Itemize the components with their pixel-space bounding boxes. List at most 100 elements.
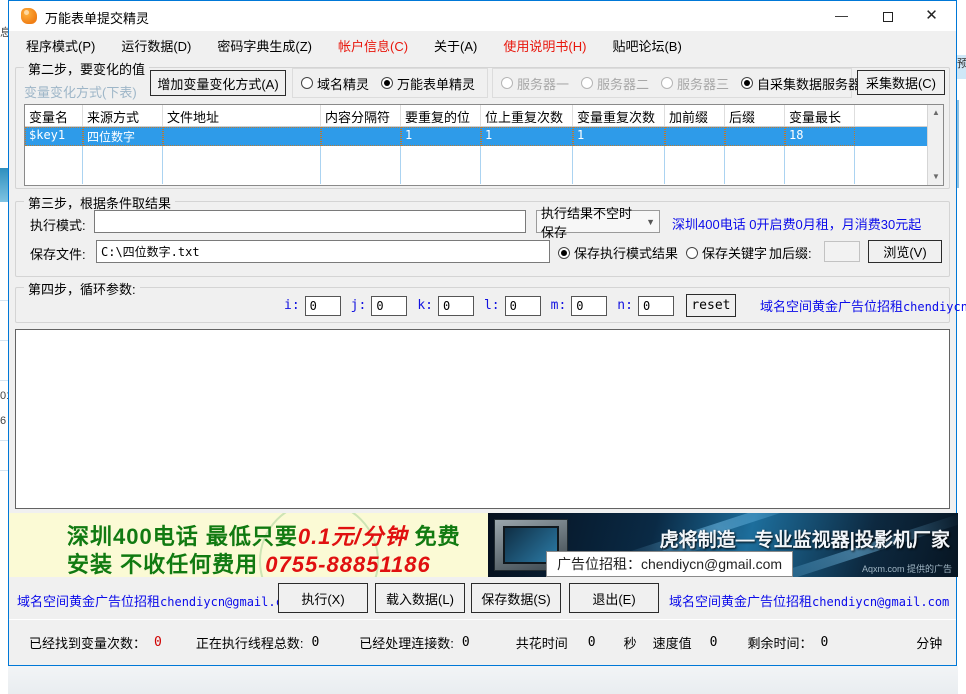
add-variable-button[interactable]: 增加变量变化方式(A) (150, 70, 286, 96)
radio-form-wizard[interactable] (381, 77, 393, 89)
param-k-input[interactable]: 0 (438, 296, 474, 316)
param-l-input[interactable]: 0 (505, 296, 541, 316)
col-header-variable-name[interactable]: 变量名 (25, 105, 83, 126)
col-header-source-type[interactable]: 来源方式 (83, 105, 163, 126)
close-button[interactable]: ✕ (909, 1, 954, 31)
variable-table-header: 变量名 来源方式 文件地址 内容分隔符 要重复的位 位上重复次数 变量重复次数 … (25, 105, 943, 127)
background-bottom-strip (8, 666, 958, 694)
suffix-input[interactable] (824, 241, 860, 262)
execute-button[interactable]: 执行(X) (278, 583, 368, 613)
radio-save-keyword[interactable] (686, 247, 698, 259)
col-header-digit-repeat-count[interactable]: 位上重复次数 (481, 105, 573, 126)
table-row-empty[interactable] (25, 165, 943, 184)
menu-item-run-data[interactable]: 运行数据(D) (108, 31, 204, 60)
bottom-right-ad-link-email: chendiycn@gmail.com (812, 595, 949, 609)
col-header-separator[interactable]: 内容分隔符 (321, 105, 401, 126)
cell-repeat-digit: 1 (401, 127, 481, 146)
cell-prefix (665, 127, 725, 146)
exit-button[interactable]: 退出(E) (569, 583, 659, 613)
background-left-sliver: 息 01 6 (0, 0, 8, 694)
loop-params-row: i: 0 j: 0 k: 0 l: 0 m: 0 n: 0 reset 域名空间… (274, 294, 966, 317)
param-m-input[interactable]: 0 (571, 296, 607, 316)
title-bar: 万能表单提交精灵 — ✕ (9, 1, 956, 31)
menu-item-account-info[interactable]: 帐户信息(C) (325, 31, 421, 60)
radio-server-2[interactable] (581, 77, 593, 89)
step4-group-title: 第四步，循环参数: (24, 279, 140, 298)
load-data-button[interactable]: 载入数据(L) (375, 583, 465, 613)
left-ad-banner[interactable]: 深圳400电话 最低只要0.1元/分钟 免费 安装 不收任何费用 0755-88… (9, 513, 488, 577)
left-ad-seg1-green: 深圳400电话 最低只要 (67, 524, 298, 549)
col-header-repeat-digit[interactable]: 要重复的位 (401, 105, 481, 126)
param-n-label: n: (617, 298, 633, 313)
status-remain-value: 0 (820, 635, 828, 650)
maximize-button[interactable] (865, 1, 910, 31)
radio-server-2-label: 服务器二 (597, 74, 649, 93)
variable-table[interactable]: 变量名 来源方式 文件地址 内容分隔符 要重复的位 位上重复次数 变量重复次数 … (24, 104, 944, 186)
right-ad-title: 虎将制造—专业监视器|投影机厂家 (660, 525, 950, 552)
step4-ad-link-email: chendiycn@gmail.com (903, 300, 966, 314)
radio-self-collect-server[interactable] (741, 77, 753, 89)
output-textarea[interactable] (15, 329, 950, 509)
status-remain-unit: 分钟 (916, 633, 942, 652)
menu-item-manual[interactable]: 使用说明书(H) (490, 31, 599, 60)
step4-ad-link[interactable]: 域名空间黄金广告位招租chendiycn@gmail.com (760, 296, 966, 315)
step3-ad-link[interactable]: 深圳400电话 0开启费0月租，月消费30元起 (672, 214, 921, 233)
menu-item-about[interactable]: 关于(A) (421, 31, 490, 60)
cell-suffix (725, 127, 785, 146)
save-mode-dropdown[interactable]: 执行结果不空时保存 ▼ (536, 210, 660, 233)
step4-group: 第四步，循环参数: i: 0 j: 0 k: 0 l: 0 m: 0 n: 0 … (15, 287, 950, 323)
radio-self-collect-server-label: 自采集数据服务器 (757, 74, 861, 93)
reset-button[interactable]: reset (686, 294, 736, 317)
background-right-sliver: 预 (957, 0, 966, 694)
minimize-button[interactable]: — (819, 1, 864, 31)
save-mode-dropdown-value: 执行结果不空时保存 (541, 203, 640, 241)
radio-server-1[interactable] (501, 77, 513, 89)
col-header-var-repeat-count[interactable]: 变量重复次数 (573, 105, 665, 126)
menu-item-password-dict[interactable]: 密码字典生成(Z) (204, 31, 325, 60)
exec-mode-input[interactable] (94, 210, 526, 233)
radio-save-exec-result[interactable] (558, 247, 570, 259)
cell-file-path (163, 127, 321, 146)
browse-button[interactable]: 浏览(V) (868, 240, 942, 263)
mode-radio-group: 域名精灵 万能表单精灵 (292, 68, 488, 98)
status-found-value: 0 (154, 635, 162, 650)
param-i-input[interactable]: 0 (305, 296, 341, 316)
radio-domain-wizard[interactable] (301, 77, 313, 89)
table-scrollbar[interactable]: ▲ ▼ (927, 105, 943, 185)
cell-digit-repeat-count: 1 (481, 127, 573, 146)
right-ad-banner[interactable]: 虎将制造—专业监视器|投影机厂家 广告位招租：chendiycn@gmail.c… (488, 513, 958, 577)
divider (9, 619, 956, 620)
save-file-label: 保存文件: (30, 244, 86, 263)
app-window: 万能表单提交精灵 — ✕ 程序模式(P) 运行数据(D) 密码字典生成(Z) 帐… (8, 0, 957, 666)
maximize-icon (883, 12, 893, 22)
status-time-unit: 秒 (624, 633, 637, 652)
server-radio-group: 服务器一 服务器二 服务器三 自采集数据服务器 (492, 68, 852, 98)
param-m-label: m: (551, 298, 567, 313)
table-row-selected[interactable]: $key1 四位数字 1 1 1 18 (25, 127, 943, 146)
param-k-label: k: (417, 298, 433, 313)
collect-data-button[interactable]: 采集数据(C) (857, 70, 945, 95)
menu-item-forum[interactable]: 贴吧论坛(B) (599, 31, 694, 60)
col-header-prefix[interactable]: 加前缀 (665, 105, 725, 126)
scroll-up-icon[interactable]: ▲ (928, 105, 944, 121)
background-line (0, 440, 8, 441)
scroll-down-icon[interactable]: ▼ (928, 169, 944, 185)
save-file-input[interactable]: C:\四位数字.txt (96, 240, 550, 263)
param-j-input[interactable]: 0 (371, 296, 407, 316)
bottom-left-ad-link[interactable]: 域名空间黄金广告位招租chendiycn@gmail.com (17, 591, 297, 610)
menu-item-program-mode[interactable]: 程序模式(P) (13, 31, 108, 60)
col-header-file-path[interactable]: 文件地址 (163, 105, 321, 126)
param-n-input[interactable]: 0 (638, 296, 674, 316)
table-row-empty[interactable] (25, 146, 943, 165)
background-line (0, 340, 8, 341)
radio-server-3[interactable] (661, 77, 673, 89)
background-line (0, 470, 8, 471)
save-data-button[interactable]: 保存数据(S) (471, 583, 561, 613)
bottom-right-ad-link[interactable]: 域名空间黄金广告位招租chendiycn@gmail.com (669, 591, 949, 610)
col-header-suffix[interactable]: 后缀 (725, 105, 785, 126)
status-threads-label: 正在执行线程总数: (196, 633, 304, 652)
action-row: 域名空间黄金广告位招租chendiycn@gmail.com 执行(X) 载入数… (9, 577, 956, 619)
col-header-max-length[interactable]: 变量最长 (785, 105, 855, 126)
background-line (0, 300, 8, 301)
cell-var-repeat-count: 1 (573, 127, 665, 146)
